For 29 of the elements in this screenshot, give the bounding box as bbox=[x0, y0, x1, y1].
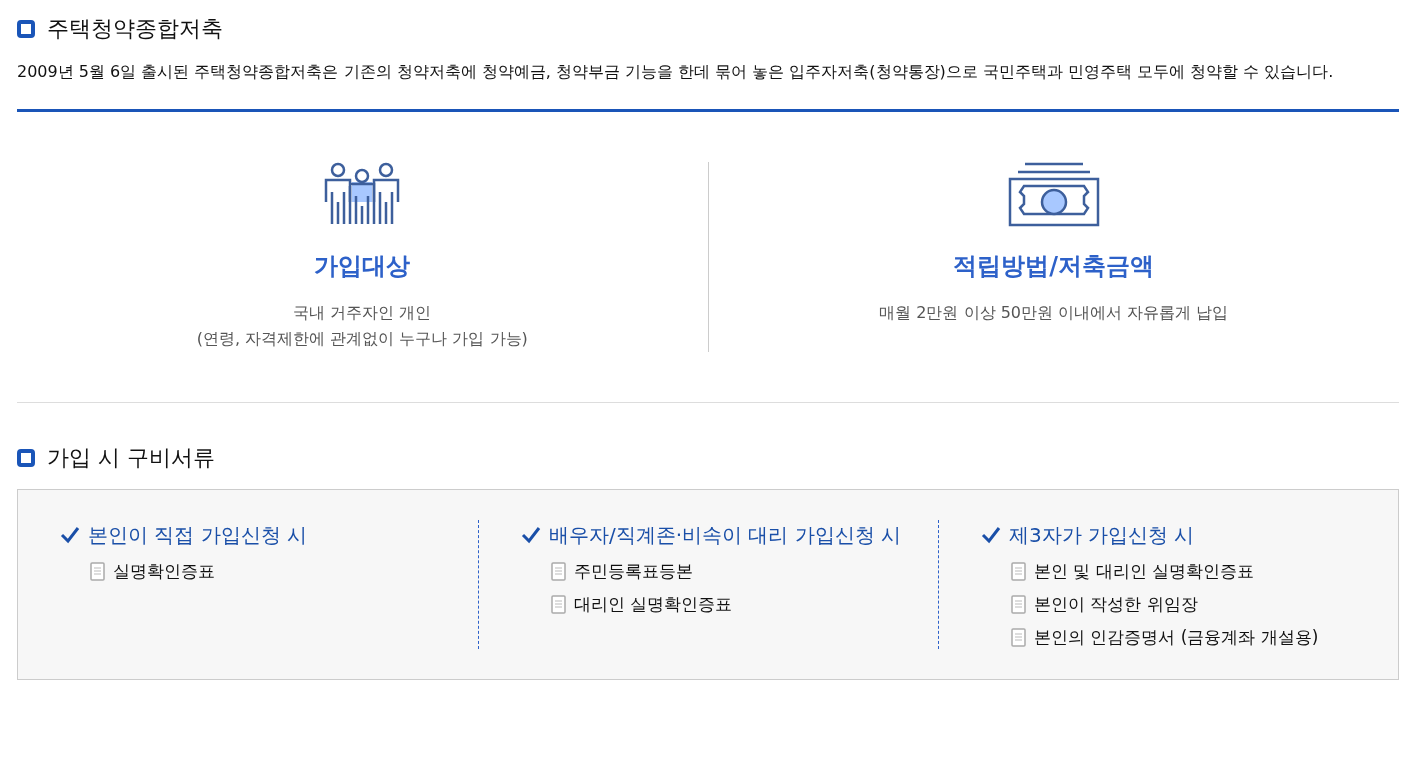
document-name: 본인이 작성한 위임장 bbox=[1034, 593, 1198, 616]
case-title: 배우자/직계존·비속이 대리 가입신청 시 bbox=[549, 522, 902, 549]
document-icon bbox=[1011, 562, 1026, 581]
document-name: 실명확인증표 bbox=[113, 560, 215, 583]
feature-text: 국내 거주자인 개인 bbox=[293, 302, 432, 324]
case-title: 제3자가 가입신청 시 bbox=[1009, 522, 1195, 549]
case-title: 본인이 직접 가입신청 시 bbox=[88, 522, 308, 549]
document-icon bbox=[1011, 628, 1026, 647]
document-name: 본인 및 대리인 실명확인증표 bbox=[1034, 560, 1255, 583]
banknote-icon bbox=[1007, 162, 1100, 228]
feature-text: 매월 2만원 이상 50만원 이내에서 자유롭게 납입 bbox=[879, 302, 1229, 324]
description-text: 2009년 5월 6일 출시된 주택청약종합저축은 기존의 청약저축에 청약예금, 청약부금 기능을 한데 묶어 놓은 입주자저축(청약통장)으로 국민주택과 민영주택 모두에 청약할 수 있습니다. bbox=[17, 61, 1335, 83]
document-name: 본인의 인감증명서 (금융계좌 개설용) bbox=[1034, 626, 1319, 649]
section-title: 가입 시 구비서류 bbox=[47, 444, 215, 472]
feature-title: 가입대상 bbox=[314, 251, 411, 282]
square-bullet-icon bbox=[17, 449, 35, 467]
feature-title: 적립방법/저축금액 bbox=[953, 251, 1155, 282]
square-bullet-icon bbox=[17, 20, 35, 38]
document-icon bbox=[90, 562, 105, 581]
checkmark-icon bbox=[521, 526, 541, 544]
checkmark-icon bbox=[981, 526, 1001, 544]
feature-text: (연령, 자격제한에 관계없이 누구나 가입 가능) bbox=[196, 328, 528, 350]
document-icon bbox=[551, 595, 566, 614]
checkmark-icon bbox=[60, 526, 80, 544]
section-title: 주택청약종합저축 bbox=[47, 15, 223, 43]
document-icon bbox=[1011, 595, 1026, 614]
document-name: 주민등록표등본 bbox=[574, 560, 693, 583]
document-icon bbox=[551, 562, 566, 581]
document-name: 대리인 실명확인증표 bbox=[574, 593, 733, 616]
